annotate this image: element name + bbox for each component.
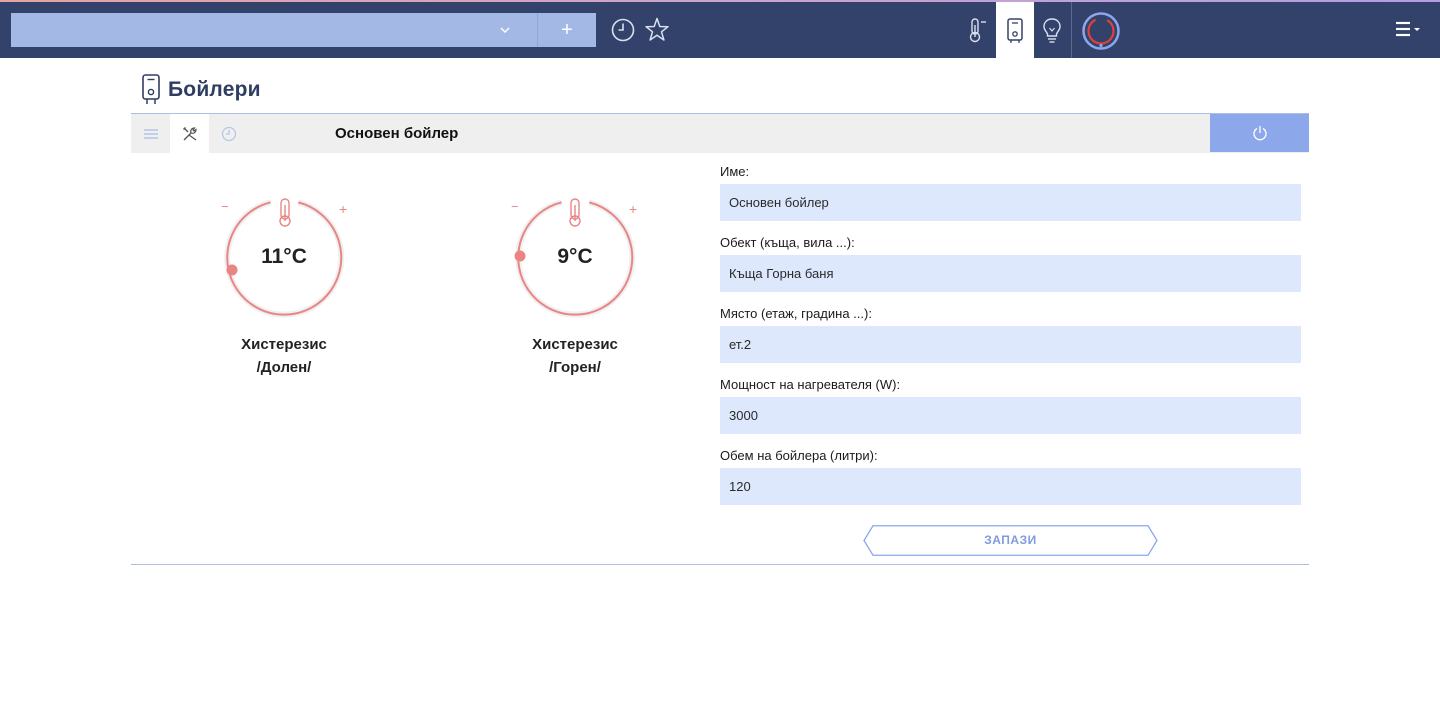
tab-settings[interactable] — [170, 114, 209, 153]
boiler-panel-header: Основен бойлер — [131, 114, 1309, 153]
history-icon[interactable] — [610, 17, 636, 43]
volume-label: Обем на бойлера (литри): — [720, 448, 878, 463]
boiler-icon — [142, 74, 160, 104]
nav-boiler-tab[interactable] — [996, 2, 1034, 58]
thermometer-icon — [569, 198, 581, 227]
object-field[interactable] — [720, 255, 1301, 292]
star-icon[interactable] — [644, 16, 670, 44]
place-label: Място (етаж, градина ...): — [720, 306, 872, 321]
dial-minus[interactable]: − — [511, 199, 519, 214]
name-field[interactable] — [720, 184, 1301, 221]
object-label: Обект (къща, вила ...): — [720, 235, 855, 250]
dial-caption-line2: /Горен/ — [549, 359, 601, 376]
boiler-icon — [1007, 18, 1023, 43]
page-heading: Бойлери — [140, 72, 261, 108]
power-button[interactable] — [1210, 114, 1309, 152]
power-icon — [1252, 126, 1267, 141]
save-button[interactable]: ЗАПАЗИ — [863, 525, 1158, 556]
power-status-icon[interactable] — [1081, 11, 1121, 51]
place-field[interactable] — [720, 326, 1301, 363]
name-label: Име: — [720, 164, 750, 179]
nav-bulb-icon[interactable] — [1036, 15, 1068, 45]
settings-icon — [182, 126, 197, 141]
heater-power-label: Мощност на нагревателя (W): — [720, 377, 901, 392]
nav-thermostat-icon[interactable] — [960, 15, 992, 45]
list-icon — [143, 128, 158, 139]
dial-caption-line1: Хистерезис — [241, 336, 327, 353]
dial-caption: Хистерезис /Долен/ — [189, 333, 379, 379]
chevron-down-icon — [500, 27, 510, 33]
dial-value: 11°C — [261, 245, 307, 268]
dial-value: 9°C — [557, 245, 593, 268]
nav-separator — [1071, 2, 1072, 58]
save-button-label: ЗАПАЗИ — [984, 533, 1037, 547]
dial-plus[interactable]: + — [339, 201, 347, 217]
hysteresis-lower-dial[interactable]: − + 11°C Хистерезис /Долен/ — [219, 193, 379, 393]
dial-minus[interactable]: − — [221, 199, 229, 214]
heater-power-field[interactable] — [720, 397, 1301, 434]
panel-title: Основен бойлер — [335, 125, 459, 142]
volume-field[interactable] — [720, 468, 1301, 505]
menu-icon[interactable] — [1393, 20, 1423, 40]
dial-caption-line2: /Долен/ — [256, 359, 312, 376]
panel-divider-bottom — [131, 564, 1309, 565]
add-button[interactable]: + — [537, 13, 596, 47]
dial-plus[interactable]: + — [629, 201, 637, 217]
tab-list[interactable] — [131, 114, 170, 153]
top-accent-line — [0, 0, 1440, 2]
hysteresis-upper-dial[interactable]: − + 9°C Хистерезис /Горен/ — [510, 193, 670, 393]
location-selector[interactable] — [11, 13, 537, 47]
clock-icon — [221, 126, 236, 141]
dial-caption-line1: Хистерезис — [532, 336, 618, 353]
page-title: Бойлери — [168, 78, 261, 101]
top-bar: + — [0, 0, 1440, 58]
tab-schedule[interactable] — [209, 114, 248, 153]
dial-caption: Хистерезис /Горен/ — [480, 333, 670, 379]
thermometer-icon — [279, 198, 291, 227]
